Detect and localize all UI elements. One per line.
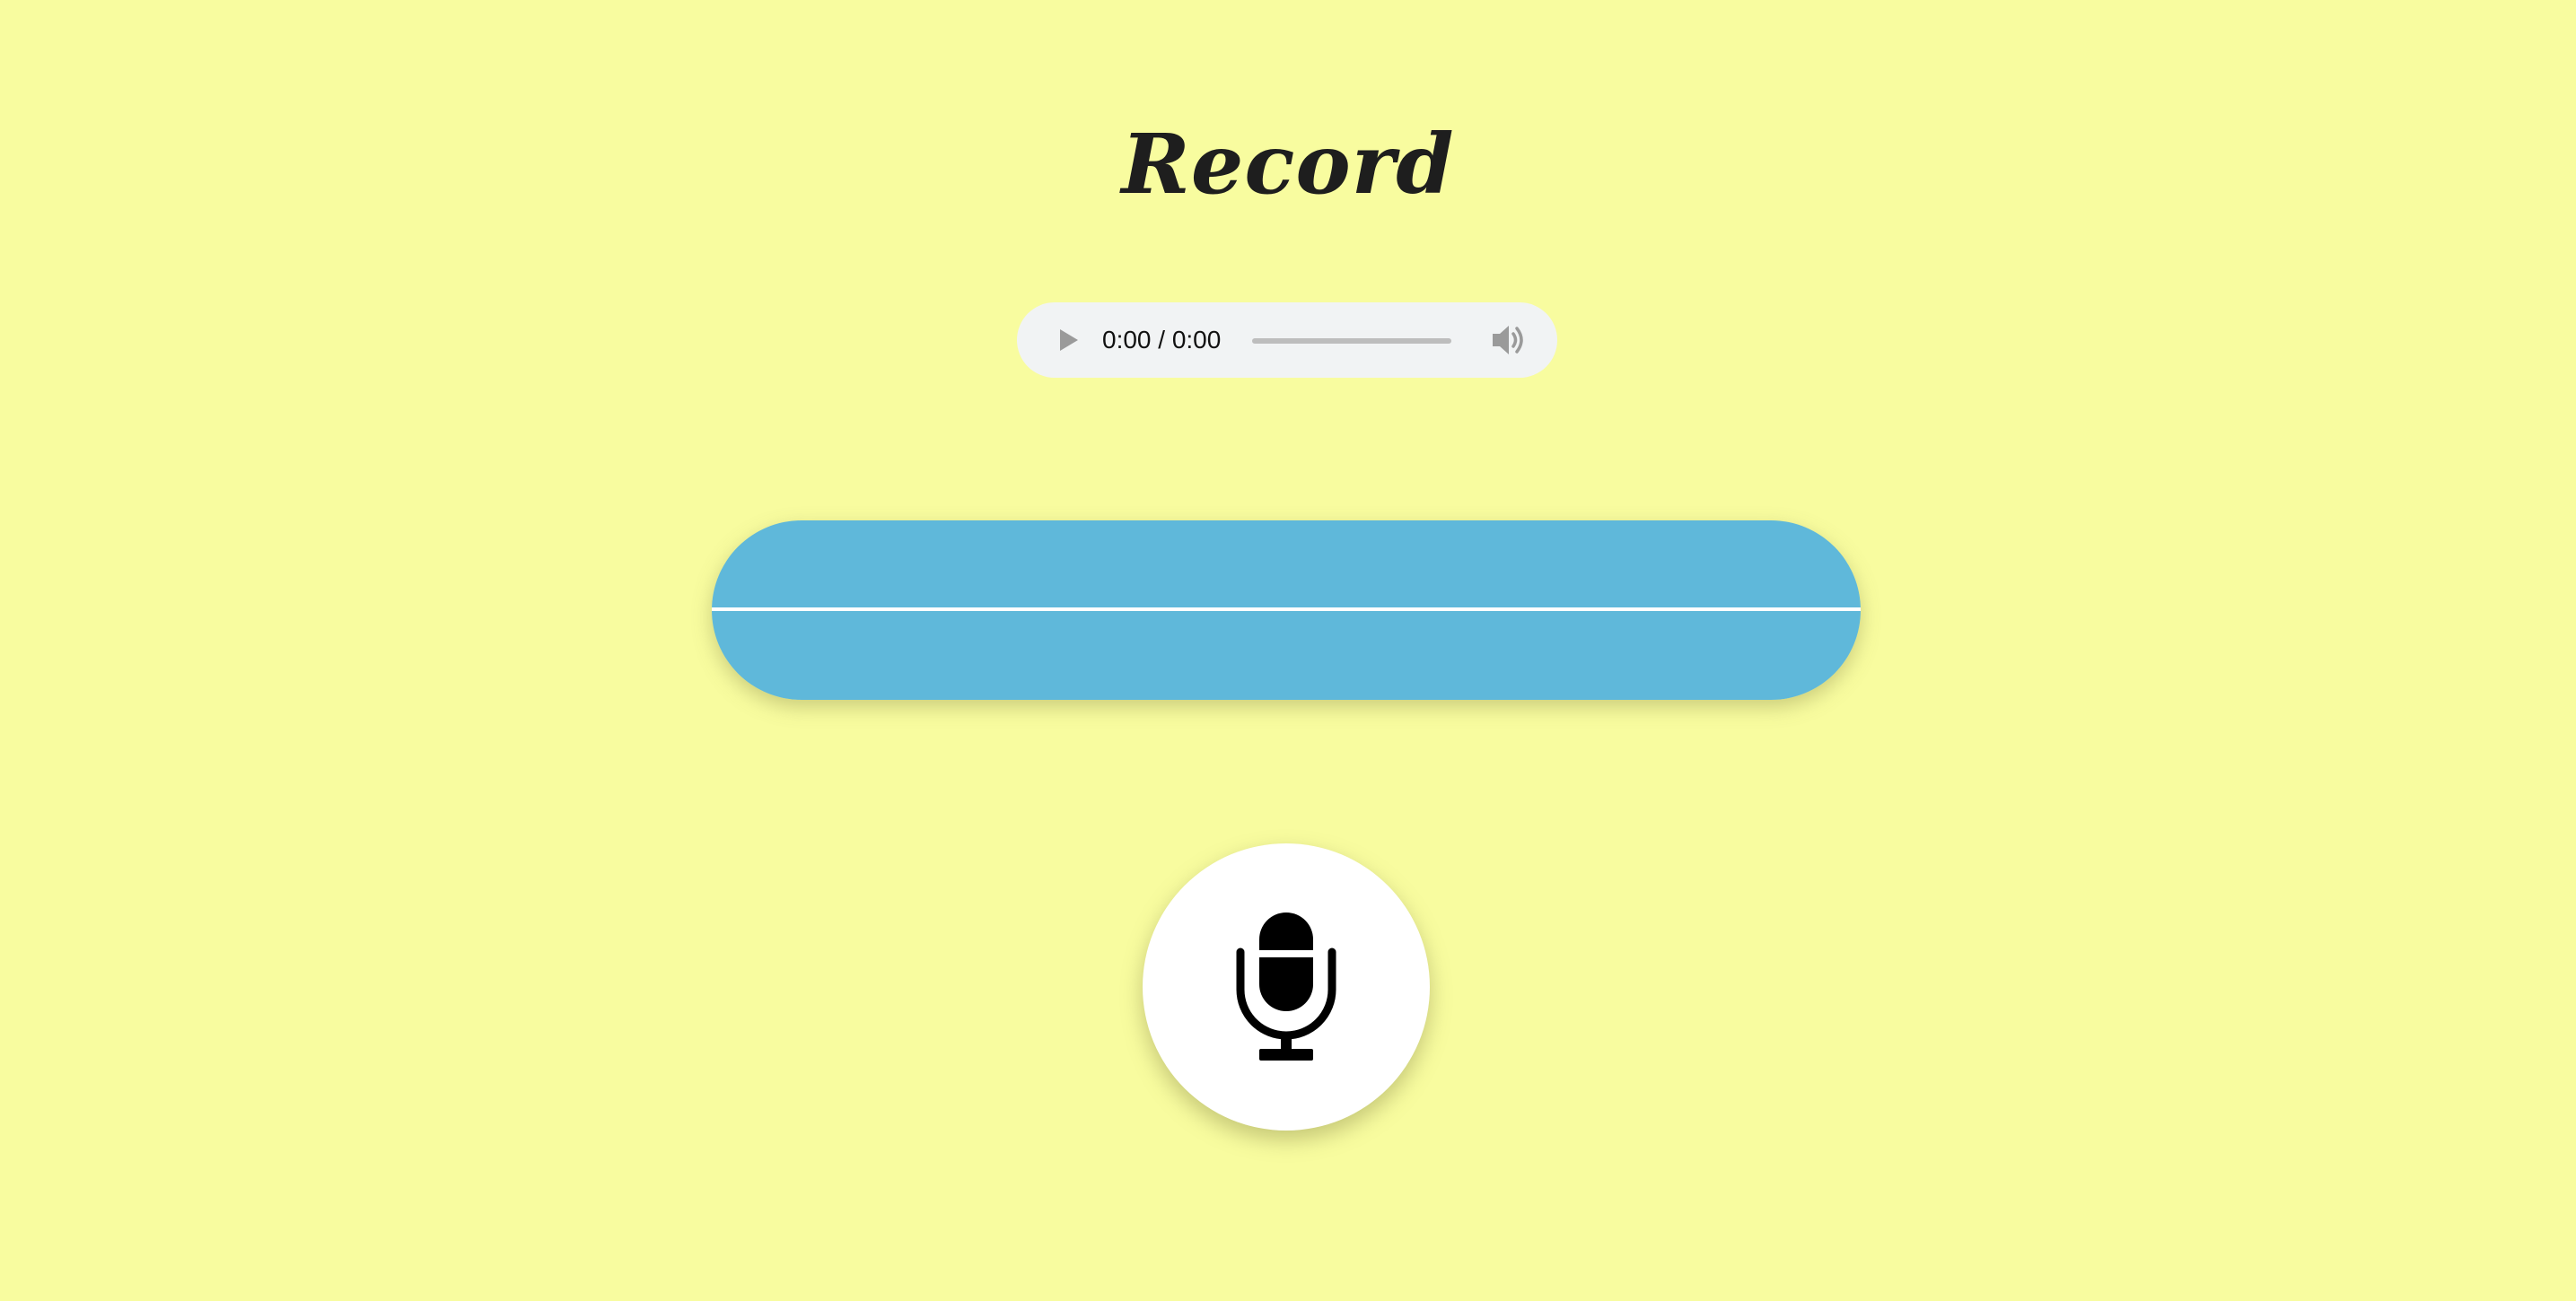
seek-bar[interactable] xyxy=(1252,338,1451,344)
page-title: Record xyxy=(1121,116,1455,213)
volume-button[interactable] xyxy=(1487,319,1530,362)
volume-icon xyxy=(1493,326,1523,354)
waveform-visualizer xyxy=(712,520,1861,700)
microphone-icon xyxy=(1236,912,1336,1061)
play-button[interactable] xyxy=(1046,319,1089,362)
audio-player: 0:00 / 0:00 xyxy=(1017,302,1557,378)
play-icon xyxy=(1060,329,1078,351)
time-display: 0:00 / 0:00 xyxy=(1102,326,1222,354)
record-button[interactable] xyxy=(1143,843,1430,1131)
